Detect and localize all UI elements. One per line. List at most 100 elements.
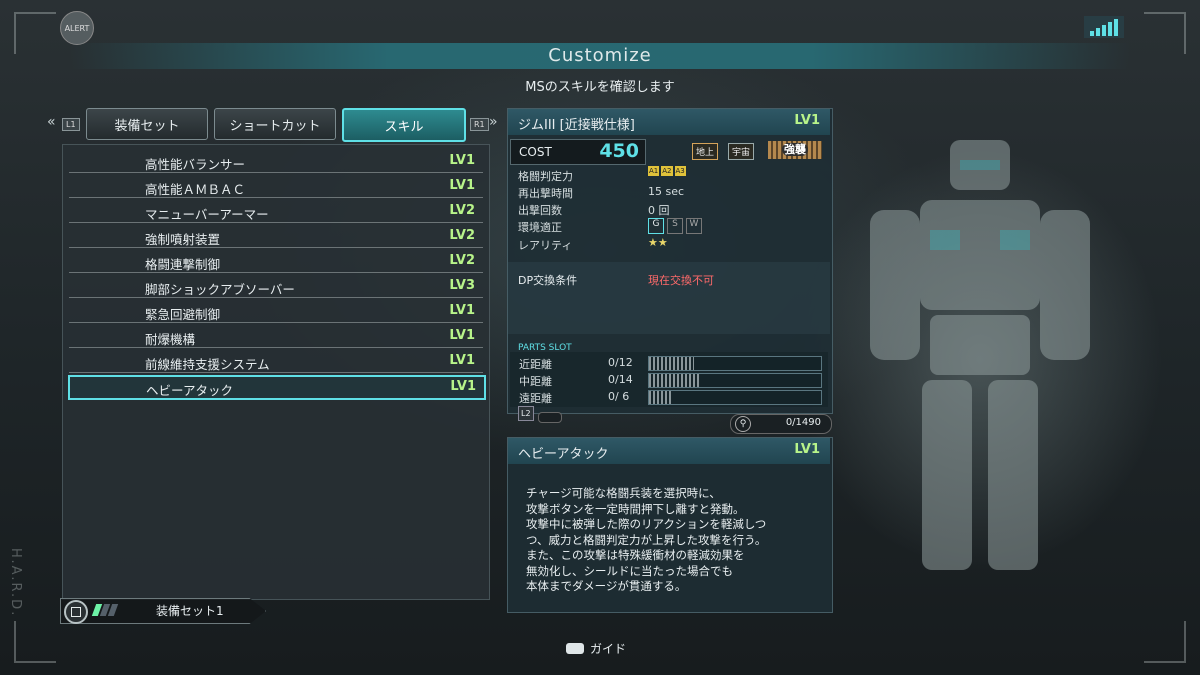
stat-label: 再出撃時間: [518, 187, 573, 200]
skill-row[interactable]: 緊急回避制御 LV1: [69, 301, 483, 323]
tab-skill[interactable]: スキル: [342, 108, 466, 142]
toggle-icon[interactable]: [538, 412, 562, 423]
dp-value: 現在交換不可: [648, 274, 714, 287]
hard-side-text: H.A.R.D.: [8, 548, 23, 618]
dp-label: DP交換条件: [518, 274, 578, 287]
description-line: チャージ可能な格闘兵装を選択時に、: [526, 486, 721, 500]
parts-capacity: ⚲ 0/1490: [730, 414, 832, 434]
env-space-icon: S: [667, 218, 683, 234]
ms-header: ジムIII [近接戦仕様] LV1: [508, 109, 830, 135]
skill-name: 強制噴射装置: [145, 232, 221, 247]
equip-set-icon: [64, 600, 88, 624]
skill-name: 格闘連撃制御: [145, 257, 221, 272]
mobile-suit-silhouette: [870, 140, 1090, 570]
slot-bar: [648, 373, 822, 388]
skill-row[interactable]: 強制噴射装置 LV2: [69, 226, 483, 248]
tab-label: ショートカット: [229, 118, 321, 134]
skill-name: 高性能バランサー: [145, 157, 246, 172]
skill-level: LV1: [449, 328, 475, 343]
tab-label: 装備セット: [114, 118, 180, 134]
environment-icons: G S W: [648, 218, 702, 234]
melee-rank-icon: A2: [661, 166, 673, 176]
skill-level: LV1: [449, 153, 475, 168]
l1-button-icon[interactable]: L1: [62, 118, 80, 131]
env-water-icon: W: [686, 218, 702, 234]
alert-button[interactable]: ALERT: [60, 11, 94, 45]
r1-button-icon[interactable]: R1: [470, 118, 489, 131]
guide-label: ガイド: [590, 642, 627, 656]
slot-bar: [648, 390, 822, 405]
skill-name: 脚部ショックアブソーバー: [145, 282, 295, 297]
melee-rank-icon: A1: [648, 166, 660, 176]
description-line: つ、威力と格闘判定力が上昇した攻撃を行う。: [526, 532, 767, 547]
slot-label: 遠距離: [519, 392, 552, 405]
hud-corner-top-left: [14, 12, 56, 54]
skill-level: LV2: [449, 253, 475, 268]
signal-strength-icon: [1084, 16, 1124, 38]
skill-name: 高性能ＡＭＢＡＣ: [145, 182, 246, 197]
description-line: 無効化し、シールドに当たった場合でも: [526, 563, 733, 578]
skill-level: LV2: [449, 203, 475, 218]
skill-level: LV1: [449, 178, 475, 193]
skill-level: LV3: [449, 278, 475, 293]
skill-row[interactable]: 高性能バランサー LV1: [69, 151, 483, 173]
page-subtitle: MSのスキルを確認します: [525, 80, 675, 95]
skill-name: ヘビーアタック: [146, 383, 234, 398]
skill-detail-level: LV1: [794, 442, 820, 457]
hud-corner-top-right: [1144, 12, 1186, 54]
skill-row[interactable]: 耐爆機構 LV1: [69, 326, 483, 348]
ms-level: LV1: [794, 113, 820, 128]
tab-shortcut[interactable]: ショートカット: [214, 108, 336, 140]
slot-label: 近距離: [519, 358, 552, 371]
rarity-stars: ★★: [648, 236, 668, 249]
stat-value: 15 sec: [648, 185, 685, 198]
stat-label: 環境適正: [518, 221, 562, 234]
skill-level: LV1: [449, 303, 475, 318]
slot-value: 0/14: [608, 373, 633, 386]
cost-label: COST: [519, 145, 552, 159]
melee-rank-icons: A1 A2 A3: [648, 166, 686, 176]
description-line: 攻撃ボタンを一定時間押下し離すと発動。: [526, 501, 745, 516]
guide-hint[interactable]: ガイド: [566, 640, 626, 657]
dp-exchange-section: DP交換条件 現在交換不可: [508, 262, 830, 334]
parts-capacity-value: 0/1490: [785, 417, 821, 428]
skill-name: 耐爆機構: [145, 332, 196, 347]
skill-row-selected[interactable]: ヘビーアタック LV1: [68, 375, 486, 400]
skill-name: 前線維持支援システム: [145, 357, 270, 372]
tab-prev-icon[interactable]: «: [47, 114, 56, 130]
skill-row[interactable]: 高性能ＡＭＢＡＣ LV1: [69, 176, 483, 198]
skill-level: LV1: [449, 353, 475, 368]
raid-class-label: 強襲: [782, 143, 808, 156]
slot-bar: [648, 356, 822, 371]
hud-corner-bottom-left: [14, 621, 56, 663]
skill-row[interactable]: 前線維持支援システム LV1: [69, 351, 483, 373]
tab-next-icon[interactable]: »: [489, 114, 498, 130]
slot-label: 中距離: [519, 375, 552, 388]
description-line: 本体までダメージが貫通する。: [526, 579, 687, 593]
melee-rank-icon: A3: [674, 166, 686, 176]
skill-level: LV1: [450, 379, 476, 394]
terrain-space-badge: 宇宙: [728, 143, 755, 160]
slot-value: 0/12: [608, 356, 633, 369]
skill-detail-name: ヘビーアタック: [518, 447, 609, 462]
skill-detail-header: ヘビーアタック LV1: [508, 438, 830, 464]
terrain-ground-badge: 地上: [692, 143, 719, 160]
tab-label: スキル: [384, 119, 424, 135]
skill-name: 緊急回避制御: [145, 307, 221, 322]
tab-equip-set[interactable]: 装備セット: [86, 108, 208, 140]
skill-level: LV2: [449, 228, 475, 243]
skill-row[interactable]: 格闘連撃制御 LV2: [69, 251, 483, 273]
stat-label: 格闘判定力: [518, 170, 573, 183]
equip-set-label: 装備セット1: [156, 604, 224, 618]
slot-value: 0/ 6: [608, 390, 630, 403]
env-ground-icon: G: [648, 218, 664, 234]
skill-row[interactable]: マニューバーアーマー LV2: [69, 201, 483, 223]
description-line: 攻撃中に被弾した際のリアクションを軽減しつ: [526, 517, 767, 531]
skill-row[interactable]: 脚部ショックアブソーバー LV3: [69, 276, 483, 298]
equip-set-gauge: [91, 604, 119, 616]
description-line: また、この攻撃は特殊緩衝材の軽減効果を: [526, 548, 745, 562]
stat-label: 出撃回数: [518, 204, 562, 217]
page-title: Customize: [70, 43, 1130, 69]
hud-corner-bottom-right: [1144, 621, 1186, 663]
l2-button-icon[interactable]: L2: [518, 406, 534, 421]
